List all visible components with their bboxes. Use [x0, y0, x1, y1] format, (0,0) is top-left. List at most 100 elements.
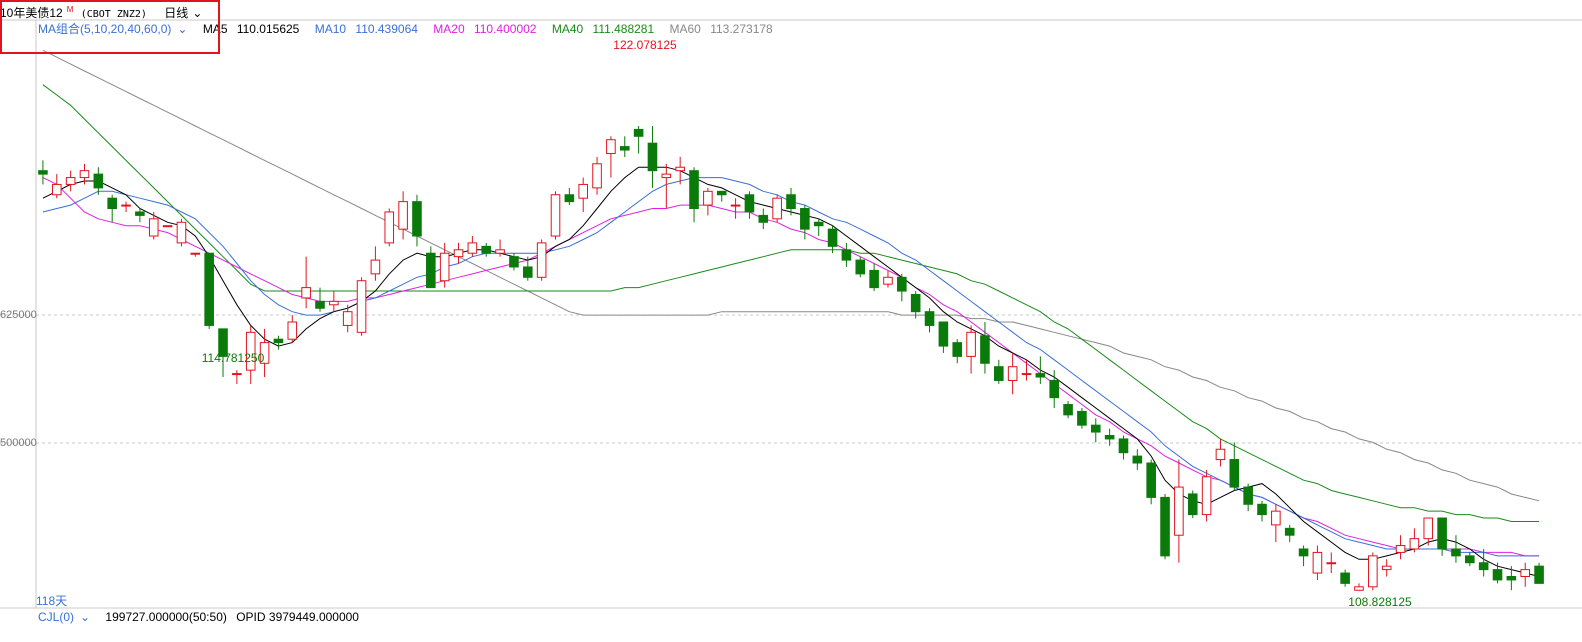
- candle: [1257, 500, 1267, 522]
- candle-body: [980, 335, 990, 364]
- candle: [744, 191, 755, 219]
- candle-body: [703, 190, 713, 206]
- candle: [703, 187, 713, 216]
- candle-body: [1187, 493, 1198, 516]
- candle-body: [855, 259, 866, 275]
- candle: [329, 291, 339, 312]
- candle: [1146, 459, 1156, 505]
- candle: [232, 370, 242, 384]
- candle: [301, 256, 311, 309]
- candle-body: [1437, 517, 1447, 550]
- opid-value: OPID 3979449.000000: [236, 610, 359, 624]
- candle-body: [1520, 569, 1531, 577]
- candle-body: [1312, 551, 1323, 574]
- candle: [924, 308, 935, 333]
- candle-body: [564, 194, 575, 203]
- ma60-line: [42, 49, 1540, 502]
- candle-body: [730, 204, 741, 207]
- candle-body: [301, 287, 311, 299]
- candle: [536, 239, 547, 281]
- candle-body: [107, 197, 117, 210]
- candle: [1284, 524, 1295, 543]
- candle-body: [1451, 548, 1461, 557]
- y-tick-lower: 500000: [0, 437, 37, 449]
- candle-layer: [38, 125, 1544, 591]
- candle: [1534, 562, 1544, 584]
- candle: [1201, 469, 1212, 522]
- candle-body: [1021, 373, 1032, 376]
- candle-body: [453, 249, 464, 258]
- candle-body: [176, 221, 187, 244]
- candle-body: [716, 190, 727, 196]
- candle: [481, 242, 492, 257]
- candle-body: [232, 373, 242, 376]
- candle-body: [522, 266, 533, 278]
- candle-body: [1492, 569, 1503, 581]
- candle: [1187, 490, 1198, 519]
- candle-body: [439, 252, 450, 282]
- days-label: 118天: [36, 594, 68, 608]
- candle-body: [938, 321, 949, 347]
- candle-body: [1409, 538, 1420, 550]
- candle-body: [1395, 545, 1406, 553]
- candle-body: [647, 142, 658, 172]
- candle: [1298, 545, 1309, 567]
- ma10-legend: MA10 110.439064: [314, 22, 418, 36]
- candle-body: [1063, 404, 1073, 416]
- candle-body: [1201, 476, 1212, 516]
- candle-body: [827, 228, 838, 247]
- candle-body: [273, 338, 284, 344]
- candle: [1368, 552, 1378, 591]
- candle: [51, 174, 62, 199]
- candle: [107, 194, 117, 223]
- candle-body: [1534, 565, 1544, 584]
- candle: [1174, 459, 1184, 563]
- candle: [1007, 352, 1018, 395]
- candle-body: [204, 252, 214, 326]
- candle-body: [1243, 486, 1253, 505]
- candle: [1215, 438, 1226, 467]
- candle-body: [592, 163, 602, 189]
- candle: [162, 225, 173, 228]
- candle-body: [370, 259, 381, 275]
- annotation-low-1: 114.781250: [202, 351, 265, 365]
- candle: [994, 359, 1004, 384]
- candle: [135, 208, 145, 223]
- candle-body: [1257, 503, 1267, 516]
- candle: [1340, 569, 1350, 587]
- candle-body: [883, 276, 893, 285]
- candle: [38, 160, 48, 185]
- candle: [813, 218, 824, 237]
- candle: [1035, 356, 1046, 384]
- candle: [121, 201, 131, 212]
- moving-average-layer: [42, 49, 1540, 577]
- candle-body: [744, 194, 755, 213]
- candle-body: [51, 183, 62, 196]
- candle: [1090, 418, 1101, 443]
- candle: [287, 315, 298, 343]
- volume-indicator-selector[interactable]: CJL(0) ⌄: [38, 610, 96, 624]
- candle-body: [1118, 438, 1129, 454]
- candle-body: [1354, 586, 1364, 591]
- candle-body: [813, 221, 824, 227]
- candle: [1077, 407, 1087, 429]
- candle-body: [93, 173, 104, 189]
- candle-body: [356, 280, 367, 333]
- candle: [841, 242, 852, 267]
- candle: [1492, 562, 1503, 584]
- candle: [398, 191, 408, 240]
- candle: [1118, 435, 1129, 460]
- annotation-low-2: 108.828125: [1348, 595, 1412, 609]
- candle: [384, 208, 395, 247]
- candle-body: [619, 146, 630, 151]
- candle-body: [426, 252, 436, 289]
- candle: [827, 225, 838, 254]
- candle: [1326, 552, 1337, 574]
- highlight-box: [0, 0, 220, 54]
- ma20-line: [42, 177, 1540, 557]
- candle-body: [550, 194, 561, 237]
- chevron-down-icon: ⌄: [80, 610, 91, 624]
- candle-body: [1423, 517, 1434, 540]
- candle: [522, 256, 533, 281]
- candle-body: [1104, 434, 1115, 440]
